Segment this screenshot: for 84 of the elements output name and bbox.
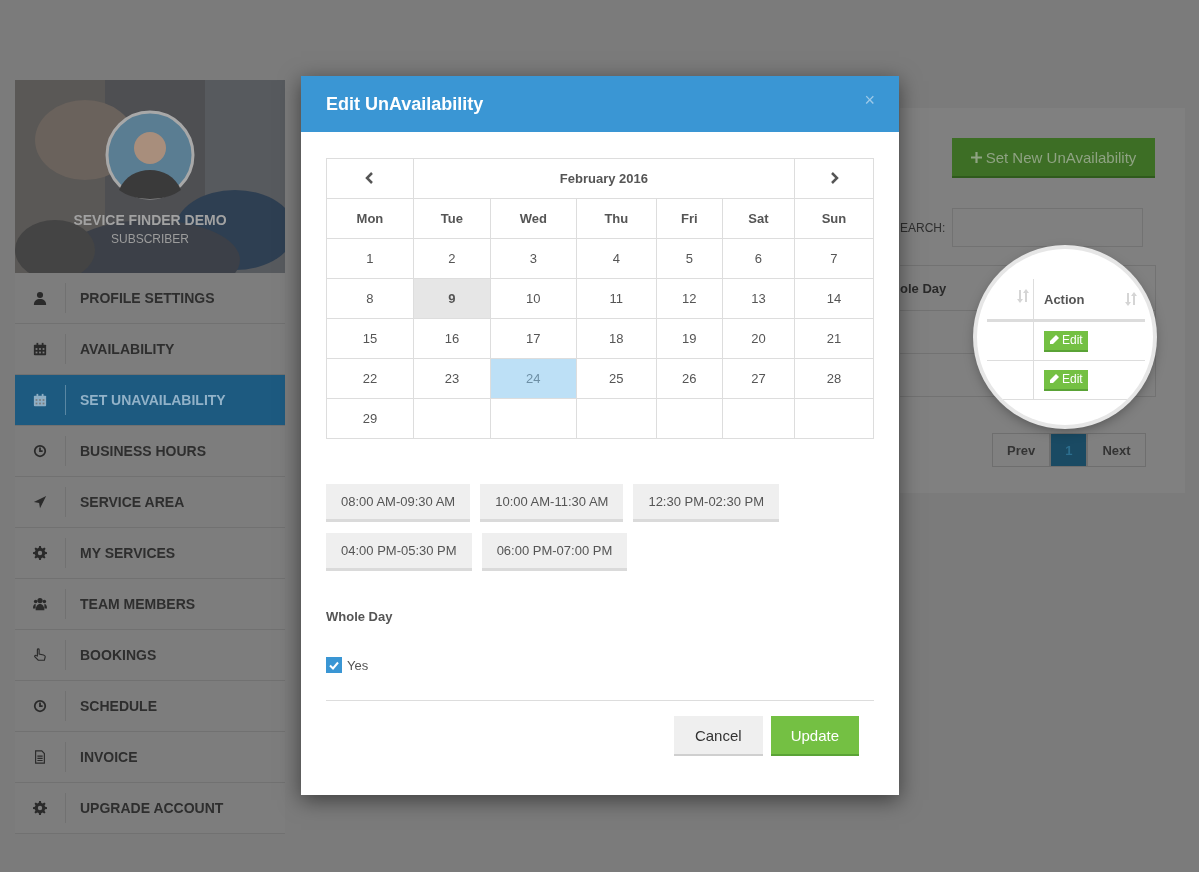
calendar-day[interactable]: 14 [794,278,874,319]
clock-icon [33,444,47,458]
chevron-left-icon [364,171,375,184]
weekday-header: Tue [413,198,491,239]
weekday-header: Wed [490,198,577,239]
column-header: Action [1044,291,1085,307]
cancel-button[interactable]: Cancel [673,716,763,756]
weekday-header: Fri [656,198,723,239]
calendar-day[interactable]: 5 [656,238,723,279]
calendar-day[interactable]: 11 [576,278,657,319]
sidebar-item-label: TEAM MEMBERS [80,596,196,612]
calendar-day[interactable]: 17 [490,318,577,359]
calendar-day[interactable]: 29 [326,398,414,439]
calendar-day[interactable]: 1 [326,238,414,279]
calendar-day[interactable]: 25 [576,358,657,399]
calendar-day[interactable]: 2 [413,238,491,279]
sidebar-item-label: AVAILABILITY [80,341,175,357]
weekday-header: Thu [576,198,657,239]
modal-title: Edit UnAvailability [326,93,484,115]
profile-name: SEVICE FINDER DEMO [73,212,227,228]
search-field[interactable] [952,208,1144,247]
search-label: EARCH: [900,220,946,235]
plus-icon [970,151,982,163]
sidebar-item-label: MY SERVICES [80,545,176,561]
sort-icon[interactable] [1017,289,1029,303]
calendar-day[interactable]: 27 [722,358,795,399]
calendar-day[interactable]: 9 [413,278,491,319]
sidebar-item-label: SCHEDULE [80,698,157,714]
previous-month-button[interactable] [326,158,414,199]
pencil-icon [1049,335,1059,345]
calendar-day[interactable]: 3 [490,238,577,279]
sidebar-item-label: PROFILE SETTINGS [80,290,215,306]
gear-icon [33,546,47,560]
calendar-day[interactable]: 28 [794,358,874,399]
weekday-header: Sat [722,198,795,239]
calendar-day[interactable]: 12 [656,278,723,319]
chevron-right-icon [828,171,839,184]
document-icon [33,750,47,764]
calendar-day[interactable]: 10 [490,278,577,319]
calendar-day[interactable]: 7 [794,238,874,279]
calendar-icon [33,393,47,407]
calendar-day[interactable]: 19 [656,318,723,359]
time-slot-button[interactable]: 12:30 PM-02:30 PM [633,484,780,522]
calendar-day[interactable]: 16 [413,318,491,359]
hand-pointer-icon [33,648,47,662]
sort-icon[interactable] [1125,292,1137,306]
time-slot-button[interactable]: 10:00 AM-11:30 AM [480,484,624,522]
calendar-day[interactable]: 21 [794,318,874,359]
column-header: ole Day [900,280,947,296]
calendar-icon [33,342,47,356]
calendar-day[interactable]: 18 [576,318,657,359]
weekday-header: Sun [794,198,874,239]
profile-role: SUBSCRIBER [111,232,189,246]
next-month-button[interactable] [794,158,874,199]
sidebar-item-label: SET UNAVAILABILITY [80,392,226,408]
sidebar-item-label: UPGRADE ACCOUNT [80,800,224,816]
checkbox-label: Yes [347,657,369,673]
time-slot-button[interactable]: 08:00 AM-09:30 AM [326,484,471,522]
location-arrow-icon [33,495,47,509]
checkbox[interactable] [326,657,342,673]
calendar-day[interactable]: 22 [326,358,414,399]
clock-icon [33,699,47,713]
sidebar-item-label: BOOKINGS [80,647,157,663]
gear-icon [33,801,47,815]
calendar-day[interactable]: 23 [413,358,491,399]
calendar-day[interactable]: 6 [722,238,795,279]
check-icon [329,660,339,670]
calendar-day[interactable]: 13 [722,278,795,319]
group-icon [33,597,47,611]
sidebar-item-label: SERVICE AREA [80,494,185,510]
month-title[interactable]: February 2016 [413,158,795,199]
calendar-day[interactable]: 4 [576,238,657,279]
pencil-icon [1049,374,1059,384]
calendar-day[interactable]: 8 [326,278,414,319]
user-icon [33,291,47,305]
calendar-day[interactable]: 15 [326,318,414,359]
calendar-day[interactable]: 20 [722,318,795,359]
weekday-header: Mon [326,198,414,239]
time-slot-button[interactable]: 04:00 PM-05:30 PM [326,533,472,571]
calendar-day[interactable]: 26 [656,358,723,399]
time-slot-button[interactable]: 06:00 PM-07:00 PM [481,533,628,571]
sidebar-item-label: BUSINESS HOURS [80,443,207,459]
sidebar-item-label: INVOICE [80,749,138,765]
whole-day-label: Whole Day [326,609,394,624]
